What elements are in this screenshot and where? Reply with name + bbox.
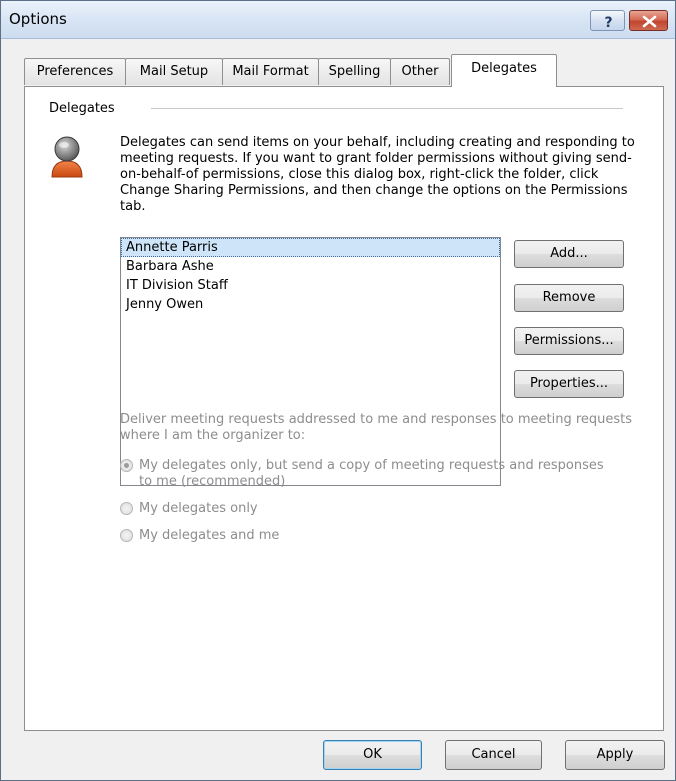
options-dialog: Options ? Preferences Mail Setup Mail Fo…	[0, 0, 676, 781]
close-icon	[642, 15, 657, 28]
list-item[interactable]: Annette Parris	[121, 238, 500, 257]
list-item[interactable]: Barbara Ashe	[121, 257, 500, 276]
tab-delegates[interactable]: Delegates	[451, 54, 557, 87]
window-title: Options	[9, 10, 67, 28]
tab-preferences[interactable]: Preferences	[24, 58, 126, 85]
tab-mail-format[interactable]: Mail Format	[222, 58, 319, 85]
apply-button[interactable]: Apply	[565, 740, 665, 770]
close-button[interactable]	[629, 10, 668, 31]
radio-label: My delegates only, but send a copy of me…	[139, 458, 604, 489]
tab-strip: Preferences Mail Setup Mail Format Spell…	[24, 54, 664, 87]
radio-button[interactable]	[120, 529, 133, 542]
help-button[interactable]: ?	[590, 10, 625, 31]
delegates-group-label: Delegates	[49, 101, 119, 116]
delegates-tab-panel: Delegates Delegates can send items on yo…	[24, 86, 664, 731]
add-button[interactable]: Add...	[514, 240, 624, 268]
radio-button-checked[interactable]	[120, 459, 133, 472]
radio-button[interactable]	[120, 502, 133, 515]
delegate-person-icon	[51, 136, 83, 178]
radio-label: My delegates only	[139, 501, 258, 516]
help-icon: ?	[604, 15, 612, 31]
title-bar[interactable]: Options ?	[1, 1, 675, 39]
ok-button[interactable]: OK	[323, 740, 422, 770]
radio-dot	[124, 463, 129, 468]
delegates-listbox[interactable]: Annette Parris Barbara Ashe IT Division …	[120, 237, 501, 486]
permissions-button[interactable]: Permissions...	[514, 327, 624, 355]
deliver-meeting-requests-label: Deliver meeting requests addressed to me…	[120, 412, 633, 443]
group-divider	[151, 108, 623, 109]
radio-label: My delegates and me	[139, 528, 280, 543]
list-item[interactable]: IT Division Staff	[121, 276, 500, 295]
list-item[interactable]: Jenny Owen	[121, 295, 500, 314]
svg-text:?: ?	[604, 15, 612, 31]
tab-other[interactable]: Other	[390, 58, 450, 85]
properties-button[interactable]: Properties...	[514, 370, 624, 398]
cancel-button[interactable]: Cancel	[445, 740, 542, 770]
delegates-description: Delegates can send items on your behalf,…	[120, 135, 635, 214]
remove-button[interactable]: Remove	[514, 284, 624, 312]
tab-spelling[interactable]: Spelling	[318, 58, 391, 85]
tab-mail-setup[interactable]: Mail Setup	[125, 58, 223, 85]
